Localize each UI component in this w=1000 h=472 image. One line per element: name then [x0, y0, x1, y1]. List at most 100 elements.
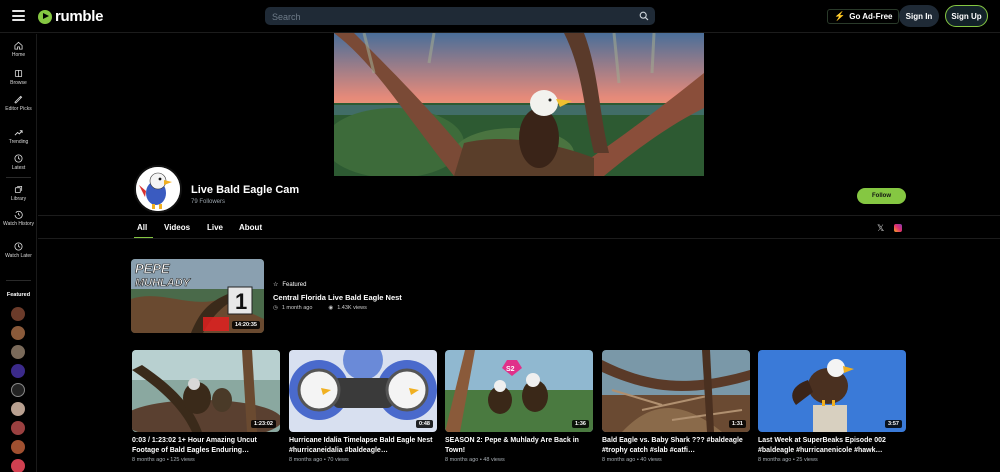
- featured-channel-avatar[interactable]: [11, 307, 25, 321]
- featured-channel-avatar[interactable]: [11, 459, 25, 472]
- duration-badge: 0:48: [415, 420, 433, 428]
- library-icon: [14, 185, 23, 194]
- clock-icon: [14, 154, 23, 163]
- featured-channel-avatar[interactable]: [11, 345, 25, 359]
- video-thumbnail[interactable]: S2 1:36: [445, 350, 593, 432]
- sign-in-button[interactable]: Sign In: [899, 5, 939, 27]
- video-card[interactable]: 3:57 Last Week at SuperBeaks Episode 002…: [758, 350, 906, 463]
- video-meta: 8 months ago • 48 views: [445, 457, 505, 463]
- featured-video-meta: ◷ 1 month ago ◉ 1.43K views: [273, 305, 367, 311]
- video-meta: 8 months ago • 70 views: [289, 457, 349, 463]
- sidebar-item-label: Watch Later: [5, 253, 32, 259]
- featured-channel-avatar[interactable]: [11, 364, 25, 378]
- sidebar-item-label: Home: [11, 52, 26, 58]
- tab-videos[interactable]: Videos: [164, 223, 190, 232]
- video-title[interactable]: Bald Eagle vs. Baby Shark ??? #baldeagle…: [602, 436, 750, 456]
- tab-live[interactable]: Live: [207, 223, 223, 232]
- top-bar: rumble ⚡ Go Ad-Free Sign In Sign Up: [0, 0, 1000, 33]
- video-card[interactable]: S2 1:36 SEASON 2: Pepe & Muhlady Are Bac…: [445, 350, 593, 463]
- sidebar-item-label: Editor Picks: [5, 106, 32, 112]
- go-ad-free-button[interactable]: ⚡ Go Ad-Free: [827, 9, 900, 24]
- x-social-icon[interactable]: 𝕏: [877, 223, 884, 234]
- featured-video-title[interactable]: Central Florida Live Bald Eagle Nest: [273, 293, 402, 302]
- trending-icon: [14, 130, 23, 136]
- banner-image: [334, 33, 704, 176]
- instagram-icon[interactable]: [894, 224, 902, 232]
- sidebar-divider: [6, 280, 31, 281]
- search-icon[interactable]: [639, 11, 649, 21]
- featured-video-thumbnail[interactable]: 1 PEPE MUHLADY 14:20:35: [131, 259, 264, 333]
- featured-channel-avatar[interactable]: [11, 440, 25, 454]
- sidebar-item-library[interactable]: Library: [0, 185, 37, 202]
- thumbnail-image: [758, 350, 906, 432]
- star-icon: ☆: [273, 282, 279, 288]
- video-card[interactable]: 1:23:02 0:03 / 1:23:02 1+ Hour Amazing U…: [132, 350, 280, 463]
- sidebar-item-label: Latest: [11, 165, 26, 171]
- sidebar-item-latest[interactable]: Latest: [0, 154, 37, 171]
- video-thumbnail[interactable]: 1:23:02: [132, 350, 280, 432]
- sidebar-item-home[interactable]: Home: [0, 41, 37, 58]
- thumb-title-1: PEPE: [135, 261, 170, 276]
- sidebar-divider: [6, 177, 31, 178]
- sign-up-button[interactable]: Sign Up: [945, 5, 988, 27]
- sidebar-item-editor-picks[interactable]: Editor Picks: [0, 95, 37, 112]
- eye-icon: ◉: [328, 305, 334, 311]
- thumbnail-image: [289, 350, 437, 432]
- video-card[interactable]: 0:48 Hurricane Idalia Timelapse Bald Eag…: [289, 350, 437, 463]
- video-thumbnail[interactable]: 0:48: [289, 350, 437, 432]
- divider: [38, 238, 1000, 239]
- featured-badge: ☆ Featured: [273, 281, 307, 289]
- video-title[interactable]: Last Week at SuperBeaks Episode 002 #bal…: [758, 436, 906, 456]
- follower-count: 79 Followers: [191, 199, 226, 205]
- divider: [38, 215, 1000, 216]
- editor-picks-icon: [14, 95, 23, 104]
- sidebar-item-watch-later[interactable]: Watch Later: [0, 242, 37, 259]
- thumbnail-image: [602, 350, 750, 432]
- thumb-number: 1: [235, 289, 247, 314]
- featured-channel-avatar[interactable]: [11, 421, 25, 435]
- go-ad-free-label: Go Ad-Free: [849, 12, 893, 21]
- search-bar: [265, 7, 655, 26]
- sidebar-item-label: Library: [10, 196, 27, 202]
- video-card[interactable]: 1:31 Bald Eagle vs. Baby Shark ??? #bald…: [602, 350, 750, 463]
- featured-label: Featured: [282, 281, 307, 288]
- tab-all[interactable]: All: [137, 223, 147, 232]
- channel-avatar[interactable]: [134, 165, 182, 213]
- video-thumbnail[interactable]: 1:31: [602, 350, 750, 432]
- video-thumbnail[interactable]: 3:57: [758, 350, 906, 432]
- rumble-logo[interactable]: rumble: [38, 8, 104, 25]
- browse-icon: [14, 69, 23, 78]
- video-title[interactable]: 0:03 / 1:23:02 1+ Hour Amazing Uncut Foo…: [132, 436, 280, 456]
- history-icon: [14, 210, 23, 219]
- channel-name: Live Bald Eagle Cam: [191, 184, 300, 196]
- thumbnail-image: S2: [445, 350, 593, 432]
- svg-text:S2: S2: [506, 366, 515, 373]
- featured-channel-avatar[interactable]: [11, 326, 25, 340]
- menu-icon[interactable]: [12, 10, 25, 21]
- channel-avatar-image: [136, 167, 180, 211]
- thumb-title-2: MUHLADY: [135, 277, 192, 289]
- follow-button[interactable]: Follow: [857, 188, 906, 204]
- featured-channel-avatar[interactable]: [11, 383, 25, 397]
- logo-text: rumble: [55, 8, 104, 25]
- duration-badge: 3:57: [884, 420, 902, 428]
- featured-channel-avatar[interactable]: [11, 402, 25, 416]
- home-icon: [14, 41, 23, 50]
- video-title[interactable]: Hurricane Idalia Timelapse Bald Eagle Ne…: [289, 436, 437, 456]
- sidebar-item-browse[interactable]: Browse: [0, 69, 37, 86]
- video-meta: 8 months ago • 40 views: [602, 457, 662, 463]
- search-input[interactable]: [265, 8, 625, 26]
- tab-about[interactable]: About: [239, 223, 262, 232]
- lightning-icon: ⚡: [834, 11, 846, 21]
- duration-badge: 1:36: [571, 420, 589, 428]
- upload-age: 1 month ago: [281, 305, 313, 311]
- duration-badge: 1:31: [728, 420, 746, 428]
- duration-badge: 1:23:02: [251, 420, 276, 428]
- sidebar-item-trending[interactable]: Trending: [0, 128, 37, 145]
- video-title[interactable]: SEASON 2: Pepe & Muhlady Are Back in Tow…: [445, 436, 593, 456]
- sidebar-item-watch-history[interactable]: Watch History: [0, 210, 37, 227]
- video-meta: 8 months ago • 125 views: [132, 457, 195, 463]
- watch-later-icon: [14, 242, 23, 251]
- featured-heading: Featured: [6, 292, 31, 298]
- sidebar-item-label: Trending: [8, 139, 29, 145]
